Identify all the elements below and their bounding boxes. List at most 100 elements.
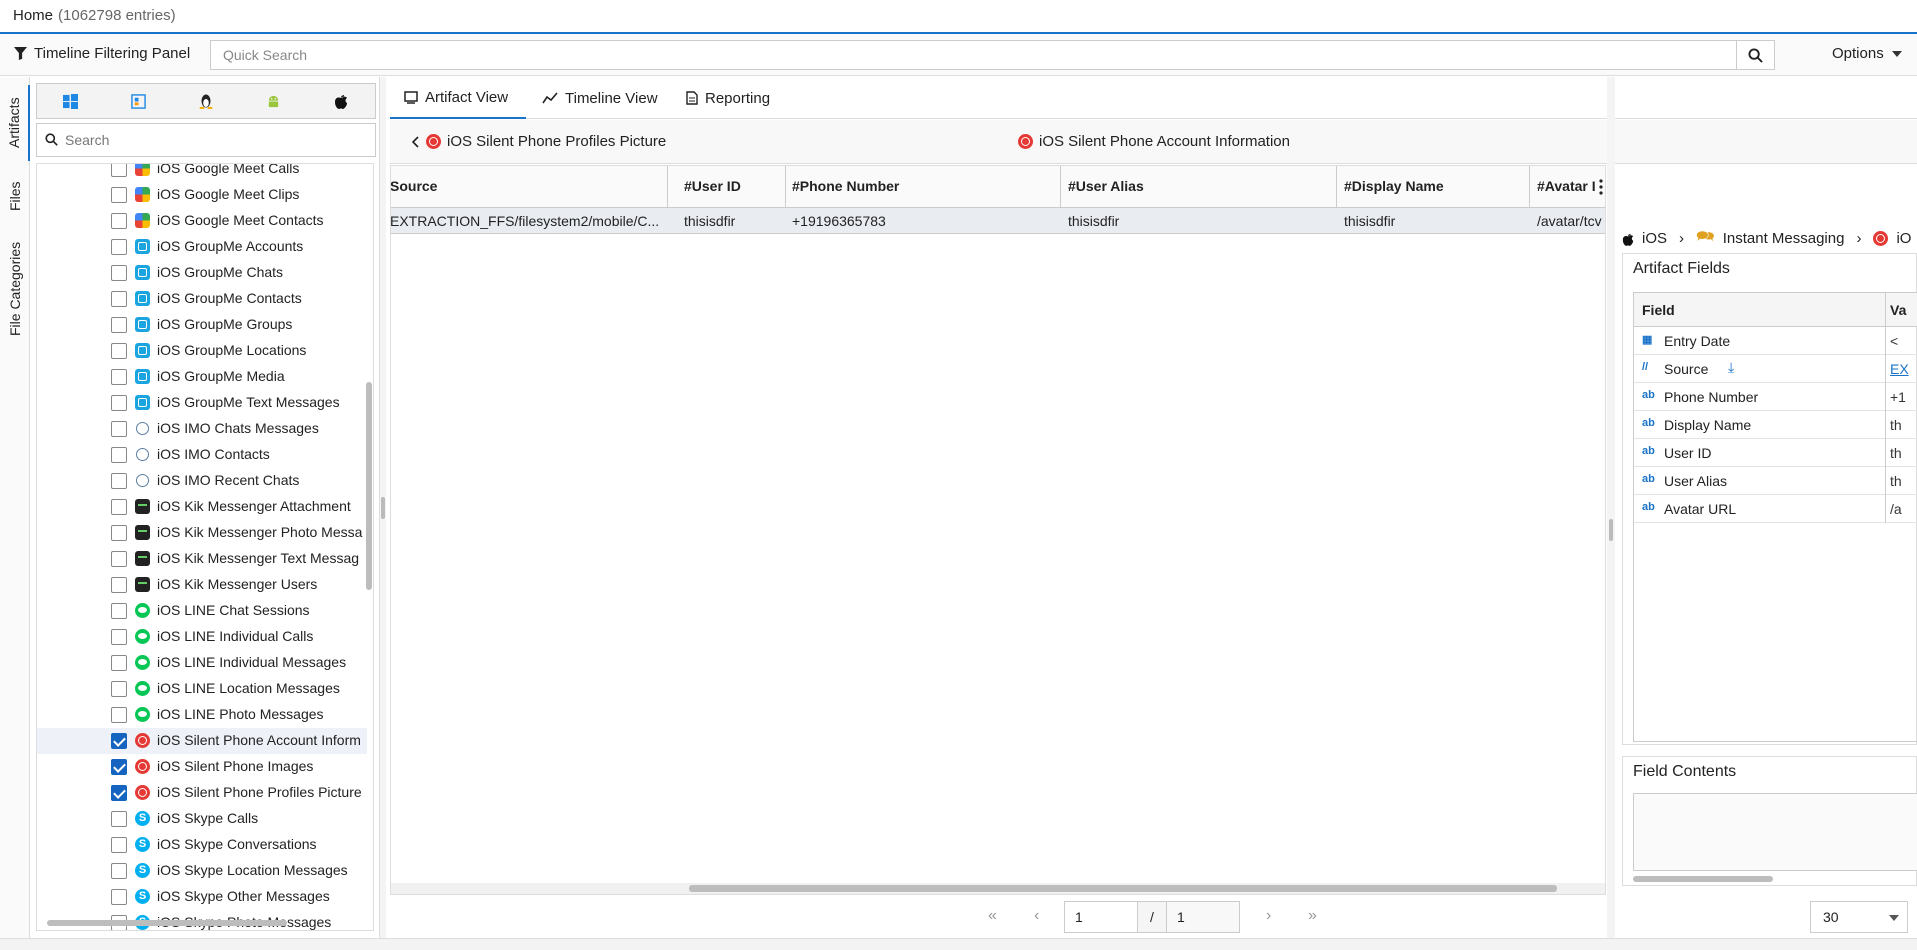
detail-crumb-category[interactable]: Instant Messaging xyxy=(1723,230,1845,247)
tree-item-checkbox[interactable] xyxy=(111,187,127,203)
breadcrumb-back-link[interactable]: iOS Silent Phone Profiles Picture xyxy=(412,133,666,150)
column-header-display-name[interactable]: #Display Name xyxy=(1337,166,1530,208)
column-menu-icon[interactable] xyxy=(1599,179,1603,195)
column-header-user-id[interactable]: #User ID xyxy=(677,166,786,208)
tree-item[interactable]: iOS Google Meet Contacts xyxy=(37,208,367,234)
tree-item-checkbox[interactable] xyxy=(111,551,127,567)
home-tab[interactable]: Home (1062798 entries) xyxy=(0,0,189,32)
field-row[interactable]: // Source EX ⤓ xyxy=(1634,355,1917,383)
field-row[interactable]: ab Display Name th xyxy=(1634,411,1917,439)
tree-item-checkbox[interactable] xyxy=(111,265,127,281)
left-panel-splitter[interactable] xyxy=(380,77,386,950)
right-panel-splitter[interactable] xyxy=(1607,77,1615,950)
tree-item[interactable]: iOS GroupMe Groups xyxy=(37,312,367,338)
tree-item-checkbox[interactable] xyxy=(111,421,127,437)
tree-item[interactable]: iOS Kik Messenger Photo Messa xyxy=(37,520,367,546)
page-number-input[interactable]: 1 xyxy=(1064,901,1138,933)
tree-item-checkbox[interactable] xyxy=(111,447,127,463)
tree-item-checkbox[interactable] xyxy=(111,473,127,489)
prev-page-button[interactable]: ‹ xyxy=(1034,907,1039,925)
tree-item[interactable]: iOS IMO Contacts xyxy=(37,442,367,468)
tree-item[interactable]: SiOS Skype Conversations xyxy=(37,832,367,858)
next-page-button[interactable]: › xyxy=(1266,907,1271,925)
tree-item[interactable]: iOS LINE Individual Messages xyxy=(37,650,367,676)
tree-item-checkbox[interactable] xyxy=(111,577,127,593)
tree-item-checkbox[interactable] xyxy=(111,811,127,827)
column-header-source[interactable]: Source xyxy=(391,166,668,208)
tree-item[interactable]: iOS LINE Individual Calls xyxy=(37,624,367,650)
tree-item[interactable]: SiOS Skype Calls xyxy=(37,806,367,832)
tree-item-checkbox[interactable] xyxy=(111,681,127,697)
tree-item[interactable]: iOS GroupMe Chats xyxy=(37,260,367,286)
tree-item[interactable]: SiOS Skype Other Messages xyxy=(37,884,367,910)
tree-item-checkbox[interactable] xyxy=(111,164,127,177)
tree-item-checkbox[interactable] xyxy=(111,733,127,749)
field-row[interactable]: ab Phone Number +1 xyxy=(1634,383,1917,411)
tree-item[interactable]: iOS Kik Messenger Text Messag xyxy=(37,546,367,572)
tab-timeline-view[interactable]: Timeline View xyxy=(528,77,672,119)
tree-item[interactable]: iOS Kik Messenger Users xyxy=(37,572,367,598)
tree-item-checkbox[interactable] xyxy=(111,499,127,515)
tab-reporting[interactable]: Reporting xyxy=(672,77,784,119)
value-column-header[interactable]: Va xyxy=(1890,302,1906,318)
field-row[interactable]: ab User ID th xyxy=(1634,439,1917,467)
tree-item[interactable]: iOS GroupMe Media xyxy=(37,364,367,390)
tree-item[interactable]: iOS IMO Chats Messages xyxy=(37,416,367,442)
tree-item-checkbox[interactable] xyxy=(111,213,127,229)
last-page-button[interactable]: » xyxy=(1308,907,1317,925)
quick-search-button[interactable] xyxy=(1736,41,1774,69)
tree-item[interactable]: iOS GroupMe Contacts xyxy=(37,286,367,312)
tree-item[interactable]: iOS Google Meet Clips xyxy=(37,182,367,208)
tree-item-checkbox[interactable] xyxy=(111,369,127,385)
detail-crumb-os[interactable]: iOS xyxy=(1642,230,1667,247)
tree-item-checkbox[interactable] xyxy=(111,629,127,645)
tree-item-checkbox[interactable] xyxy=(111,837,127,853)
os-filter-linux[interactable] xyxy=(172,84,240,118)
field-contents-box[interactable] xyxy=(1633,793,1917,871)
tree-item-checkbox[interactable] xyxy=(111,655,127,671)
field-row[interactable]: ab Avatar URL/a xyxy=(1634,495,1917,523)
options-menu[interactable]: Options xyxy=(1832,45,1902,62)
tree-item[interactable]: iOS Silent Phone Images xyxy=(37,754,367,780)
tab-artifact-view[interactable]: Artifact View xyxy=(390,77,526,119)
tree-item[interactable]: iOS GroupMe Text Messages xyxy=(37,390,367,416)
field-row[interactable]: ab User Alias th xyxy=(1634,467,1917,495)
field-value[interactable]: EX xyxy=(1890,361,1909,377)
tree-item[interactable]: iOS Kik Messenger Attachment xyxy=(37,494,367,520)
quick-search-input[interactable] xyxy=(211,41,1721,69)
column-header-avatar[interactable]: #Avatar I xyxy=(1530,166,1605,208)
field-column-header[interactable]: Field xyxy=(1642,302,1675,318)
tree-item-checkbox[interactable] xyxy=(111,291,127,307)
os-filter-apple[interactable] xyxy=(307,84,375,118)
grid-horizontal-scrollbar[interactable] xyxy=(689,885,1557,892)
os-filter-windows[interactable] xyxy=(37,84,105,118)
tree-horizontal-scrollbar[interactable] xyxy=(47,920,287,926)
tree-item-checkbox[interactable] xyxy=(111,317,127,333)
tree-item[interactable]: iOS LINE Location Messages xyxy=(37,676,367,702)
tree-item[interactable]: iOS GroupMe Accounts xyxy=(37,234,367,260)
first-page-button[interactable]: « xyxy=(988,907,997,925)
tree-item[interactable]: iOS Google Meet Calls xyxy=(37,164,367,182)
page-size-select[interactable]: 30 xyxy=(1810,901,1908,933)
field-row[interactable]: ▦ Entry Date < xyxy=(1634,327,1917,355)
column-header-user-alias[interactable]: #User Alias xyxy=(1061,166,1337,208)
tree-item-checkbox[interactable] xyxy=(111,785,127,801)
tree-vertical-scrollbar[interactable] xyxy=(366,382,372,590)
tree-item-checkbox[interactable] xyxy=(111,759,127,775)
tree-item[interactable]: iOS LINE Photo Messages xyxy=(37,702,367,728)
tree-item-checkbox[interactable] xyxy=(111,603,127,619)
side-tab-file-categories[interactable]: File Categories xyxy=(0,233,30,345)
field-contents-scrollbar[interactable] xyxy=(1633,876,1773,882)
tree-item-checkbox[interactable] xyxy=(111,863,127,879)
os-filter-windows-old[interactable] xyxy=(105,84,173,118)
column-header-phone-number[interactable]: #Phone Number xyxy=(785,166,1061,208)
side-tab-files[interactable]: Files xyxy=(0,173,30,219)
tree-item[interactable]: iOS IMO Recent Chats xyxy=(37,468,367,494)
tree-item-checkbox[interactable] xyxy=(111,239,127,255)
tree-item[interactable]: iOS Silent Phone Account Inform xyxy=(37,728,367,754)
tree-item-checkbox[interactable] xyxy=(111,525,127,541)
tree-item[interactable]: iOS LINE Chat Sessions xyxy=(37,598,367,624)
table-row[interactable]: EXTRACTION_FFS/filesystem2/mobile/C... t… xyxy=(391,208,1605,234)
timeline-filter-panel-button[interactable]: Timeline Filtering Panel xyxy=(14,45,190,62)
artifact-search-input[interactable] xyxy=(65,128,365,152)
